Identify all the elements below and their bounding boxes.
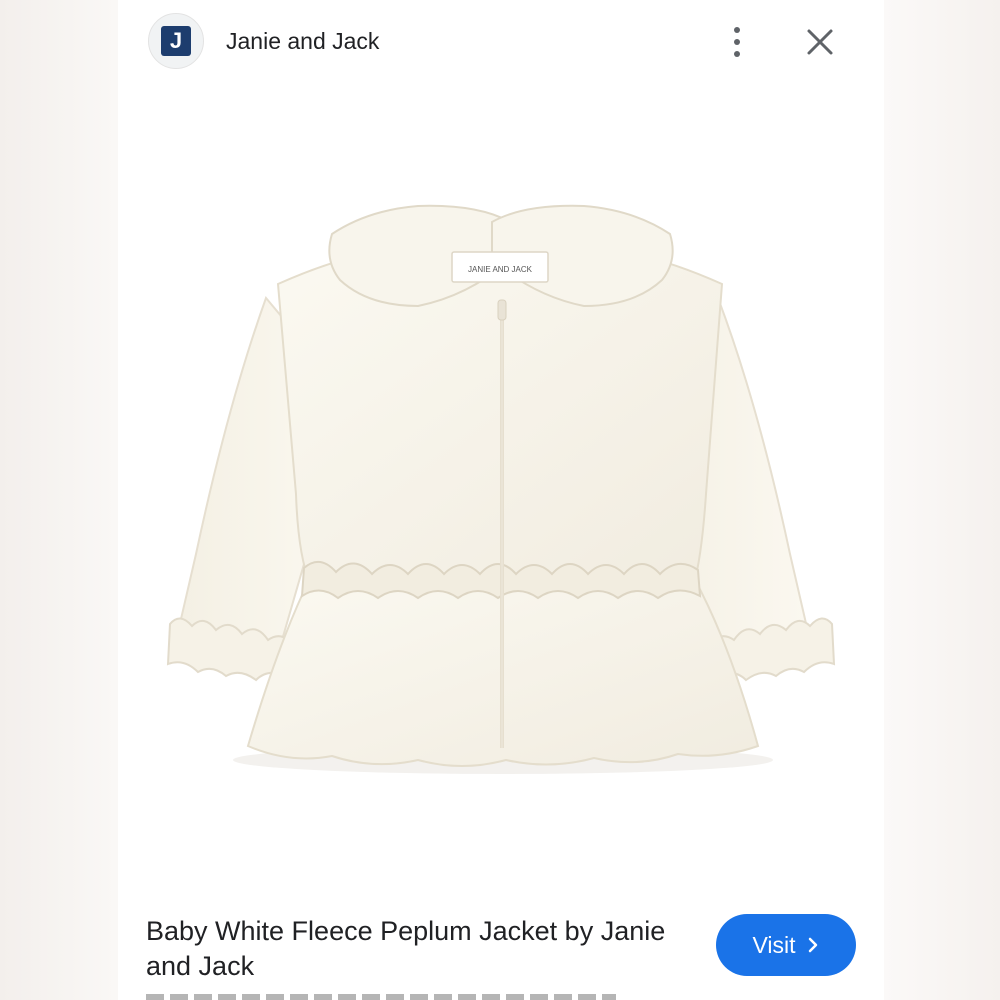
fleece-jacket-image: JANIE AND JACK <box>166 204 836 774</box>
janie-and-jack-logo: J <box>161 26 191 56</box>
logo-letter: J <box>169 28 183 53</box>
visit-button-label: Visit <box>752 931 796 958</box>
source-name[interactable]: Janie and Jack <box>226 28 379 55</box>
visit-button[interactable]: Visit <box>716 914 856 976</box>
preview-footer: Baby White Fleece Peplum Jacket by Janie… <box>118 890 884 1000</box>
more-options-button[interactable] <box>722 22 752 62</box>
chevron-right-icon <box>808 937 817 953</box>
close-button[interactable] <box>802 24 838 60</box>
more-vert-icon-dot <box>734 51 740 57</box>
truncated-caption-line <box>146 991 666 1000</box>
close-icon <box>807 29 833 55</box>
background-left <box>0 0 118 1000</box>
product-image[interactable]: JANIE AND JACK <box>118 84 884 890</box>
more-vert-icon <box>734 27 740 33</box>
product-title[interactable]: Baby White Fleece Peplum Jacket by Janie… <box>146 914 706 984</box>
more-vert-icon-dot <box>734 39 740 45</box>
source-avatar[interactable]: J <box>148 13 204 69</box>
background-right <box>884 0 1000 1000</box>
image-preview-panel: J Janie and Jack JANIE AND JACK Baby Whi… <box>118 0 884 1000</box>
preview-header: J Janie and Jack <box>118 0 884 84</box>
jacket-label-text: JANIE AND JACK <box>468 265 533 274</box>
